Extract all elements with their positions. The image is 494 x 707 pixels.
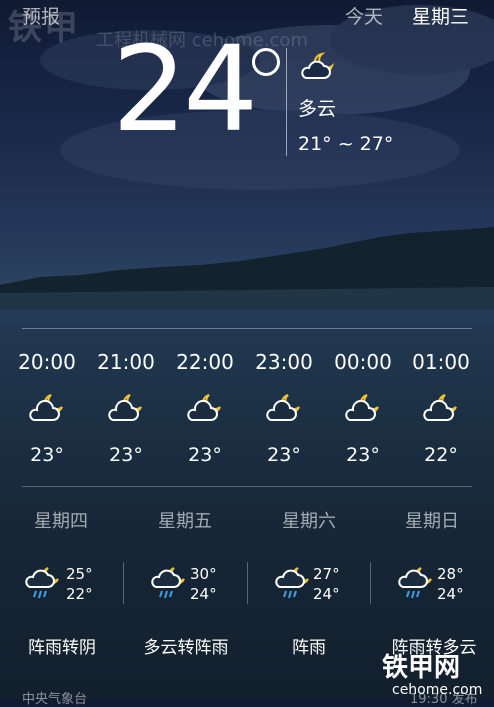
partly-cloudy-night-icon <box>423 394 457 421</box>
rain-night-icon <box>25 567 59 599</box>
day-condition: 多云转阵雨 <box>143 638 229 658</box>
day-high-temp: 30° <box>190 565 217 583</box>
hour-temp: 23° <box>30 444 64 466</box>
day-low-temp: 24° <box>437 585 464 603</box>
hour-time: 01:00 <box>412 350 470 374</box>
weekday-tab[interactable]: 星期三 <box>412 2 469 29</box>
day-separator <box>247 562 248 604</box>
forecast-label: 预报 <box>22 6 61 28</box>
hour-time: 21:00 <box>97 350 155 374</box>
rain-night-icon <box>151 567 185 599</box>
hour-temp: 23° <box>109 444 143 466</box>
day-name: 星期五 <box>158 511 212 532</box>
day-condition: 阵雨转阴 <box>28 638 96 658</box>
hour-time: 22:00 <box>176 350 234 374</box>
day-separator <box>123 562 124 604</box>
day-high-temp: 27° <box>313 565 340 583</box>
hour-temp: 22° <box>424 444 458 466</box>
section-divider <box>22 486 472 487</box>
partly-cloudy-night-icon <box>108 394 142 421</box>
hour-temp: 23° <box>188 444 222 466</box>
svg-text:cehome.com: cehome.com <box>392 682 482 698</box>
partly-cloudy-night-icon <box>345 394 379 421</box>
current-divider <box>286 48 287 156</box>
day-condition: 阵雨 <box>292 638 326 658</box>
today-tab[interactable]: 今天 <box>345 2 383 29</box>
day-name: 星期六 <box>282 511 336 532</box>
day-name: 星期四 <box>34 511 88 532</box>
svg-text:铁甲网: 铁甲网 <box>382 652 460 683</box>
day-separator <box>370 562 371 604</box>
current-condition: 多云 <box>298 98 337 120</box>
hour-time: 00:00 <box>334 350 392 374</box>
day-low-temp: 22° <box>66 585 93 603</box>
hour-temp: 23° <box>346 444 380 466</box>
day-low-temp: 24° <box>190 585 217 603</box>
day-low-temp: 24° <box>313 585 340 603</box>
hour-temp: 23° <box>267 444 301 466</box>
treeline-background <box>0 227 494 310</box>
day-name: 星期日 <box>405 511 459 532</box>
current-temperature: 24 <box>112 20 258 158</box>
current-temp-range: 21° ~ 27° <box>298 133 394 155</box>
partly-cloudy-night-icon <box>29 394 63 421</box>
source-label: 中央气象台 <box>22 692 88 707</box>
day-high-temp: 25° <box>66 565 93 583</box>
partly-cloudy-night-icon <box>266 394 300 421</box>
partly-cloudy-night-icon <box>301 52 335 79</box>
hour-time: 23:00 <box>255 350 313 374</box>
cehome-logo: 铁甲网 cehome.com <box>382 652 482 698</box>
hour-time: 20:00 <box>18 350 76 374</box>
day-high-temp: 28° <box>437 565 464 583</box>
rain-night-icon <box>275 567 309 599</box>
forecast-divider <box>22 328 472 329</box>
degree-symbol <box>252 48 280 76</box>
partly-cloudy-night-icon <box>187 394 221 421</box>
rain-night-icon <box>398 567 432 599</box>
